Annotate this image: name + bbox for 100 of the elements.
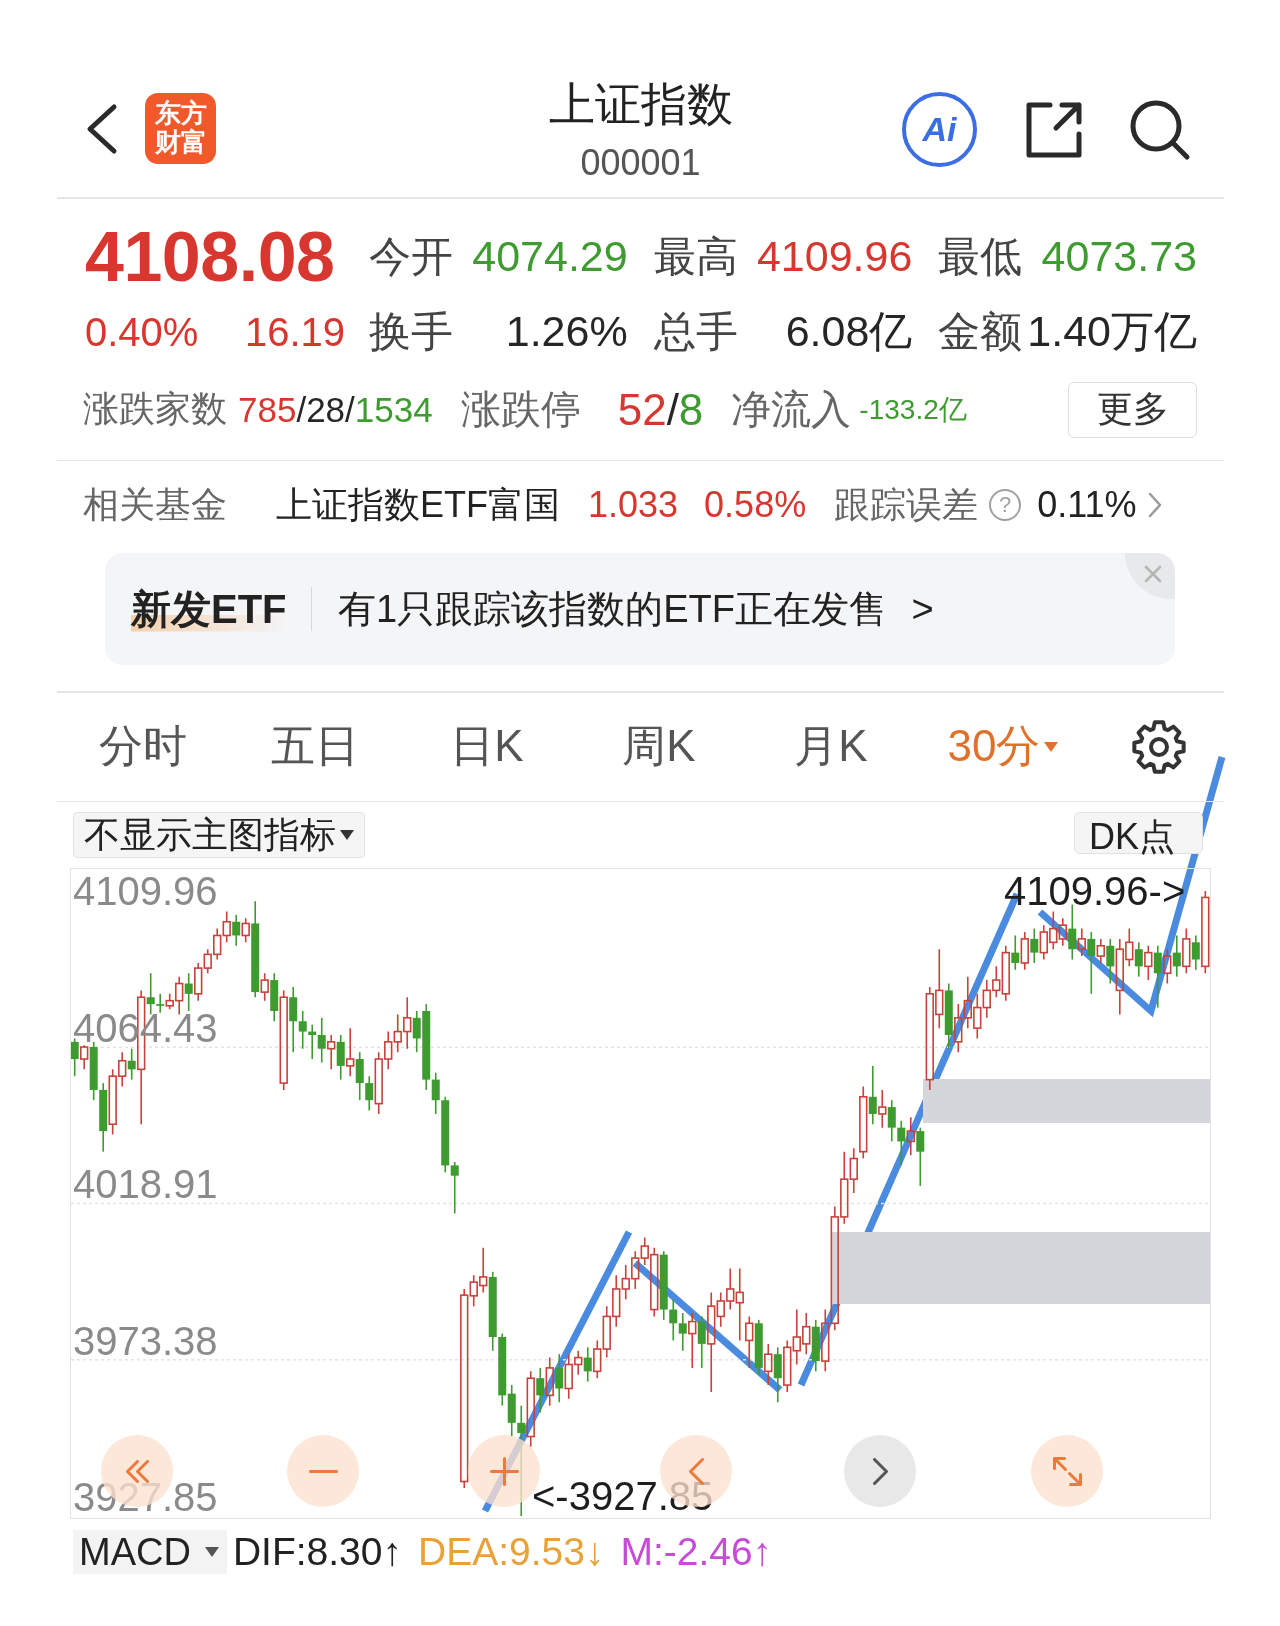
candle — [602, 1305, 611, 1359]
candle — [1182, 927, 1191, 975]
y-axis-label: 3927.85 — [73, 1475, 218, 1518]
caret-icon — [1044, 741, 1059, 752]
candle — [545, 1356, 554, 1407]
candle — [963, 975, 972, 1029]
chevron-right-icon[interactable] — [1147, 492, 1162, 518]
candle — [403, 996, 412, 1050]
y-axis-label: 3973.38 — [73, 1318, 218, 1363]
candle — [745, 1315, 754, 1369]
y-axis-label: 4018.91 — [73, 1162, 218, 1207]
candle — [897, 1120, 906, 1167]
candle — [802, 1312, 811, 1355]
related-fund-label: 相关基金 — [83, 482, 227, 527]
more-button[interactable]: 更多 — [1068, 381, 1197, 438]
change-amount: 16.19 — [244, 308, 345, 356]
stat-label: 换手 — [369, 306, 453, 357]
candle — [213, 927, 222, 961]
index-code: 000001 — [580, 142, 701, 184]
candle — [232, 914, 241, 947]
fund-name[interactable]: 上证指数ETF富国 — [276, 480, 560, 530]
period-tab[interactable]: 五日 — [271, 717, 359, 776]
candle — [773, 1346, 782, 1404]
macd-dropdown[interactable]: MACD — [73, 1530, 227, 1574]
candle — [792, 1308, 801, 1366]
last-price: 4108.08 — [85, 216, 336, 297]
candle — [308, 1023, 317, 1060]
banner-message[interactable]: 有1只跟踪该指数的ETF正在发售 > — [338, 583, 934, 635]
tracking-error-value: 0.11% — [1037, 484, 1137, 526]
candle — [973, 993, 982, 1040]
share-icon[interactable] — [1024, 99, 1084, 160]
breadth-label: 涨跌家数 — [83, 387, 227, 431]
settings-icon[interactable] — [1131, 718, 1187, 775]
y-axis-label: 4109.96 — [73, 869, 218, 913]
candle — [982, 979, 991, 1019]
candle — [811, 1319, 820, 1373]
candle — [336, 1034, 345, 1081]
period-tab[interactable]: 月K — [794, 717, 868, 776]
candle — [327, 1034, 336, 1071]
candle — [678, 1312, 687, 1352]
stat-value: 4109.96 — [756, 232, 913, 281]
candle — [764, 1343, 773, 1386]
candle — [184, 972, 193, 1012]
index-title: 上证指数 — [548, 77, 733, 132]
candle — [222, 910, 231, 944]
candle — [1020, 931, 1029, 971]
candle — [1134, 941, 1143, 978]
minus-icon — [308, 1469, 338, 1473]
indicator-dropdown[interactable]: 不显示主图指标 — [73, 812, 365, 858]
stat-value: 1.40万亿 — [1027, 305, 1197, 357]
stat-value: 4073.73 — [1041, 232, 1197, 281]
candle — [944, 982, 953, 1050]
candle — [99, 1082, 108, 1153]
candle — [317, 1017, 326, 1064]
candle — [1039, 924, 1048, 961]
candle — [583, 1346, 592, 1383]
plus-icon — [489, 1456, 519, 1486]
ai-assistant-button[interactable]: Ai — [902, 92, 977, 167]
caret-icon — [340, 830, 354, 840]
stat-value: 1.26% — [505, 307, 628, 356]
stat-label: 金额 — [938, 306, 1023, 357]
stat-label: 总手 — [653, 306, 738, 357]
stat-label: 最低 — [938, 231, 1023, 282]
candle — [688, 1312, 697, 1369]
expand-icon — [1052, 1456, 1082, 1486]
stat-label: 今开 — [369, 231, 453, 282]
candle — [593, 1339, 602, 1379]
candle — [631, 1250, 640, 1290]
candle — [393, 1013, 402, 1053]
candle — [783, 1339, 792, 1393]
candle — [555, 1353, 564, 1404]
period-tab[interactable]: 周K — [622, 717, 696, 776]
low-price-marker: <-3927.85 — [532, 1474, 714, 1518]
fund-price: 1.033 — [588, 484, 679, 526]
candle — [954, 1003, 963, 1053]
change-percent: 0.40% — [85, 308, 199, 356]
breadth-value: 785/28/1534 — [238, 389, 433, 430]
candle — [1172, 934, 1181, 978]
stat-label: 最高 — [653, 231, 738, 282]
macd-value: M:-2.46↑ — [620, 1530, 773, 1574]
breadth-value: -133.2亿 — [859, 392, 967, 427]
breadth-label: 净流入 — [731, 386, 852, 433]
period-tab[interactable]: 日K — [450, 717, 524, 776]
etf-banner[interactable]: 新发ETF 有1只跟踪该指数的ETF正在发售 > — [105, 553, 1175, 665]
tracking-error-label: 跟踪误差 — [834, 482, 979, 527]
candle — [1049, 910, 1058, 950]
app-logo: 东方财富 — [145, 93, 216, 164]
search-icon[interactable] — [1129, 98, 1191, 161]
fund-change-percent: 0.58% — [704, 484, 807, 526]
period-tab[interactable]: 分时 — [99, 717, 187, 776]
breadth-value: 52/8 — [617, 384, 704, 435]
dk-point-button[interactable]: DK点 — [1074, 812, 1203, 854]
candle — [887, 1099, 896, 1143]
candle — [754, 1319, 763, 1376]
macd-value: DIF:8.30↑ — [232, 1530, 402, 1574]
double-chevron-left-icon — [125, 1459, 149, 1483]
breadth-label: 涨跌停 — [460, 386, 581, 433]
chevron-right-icon — [872, 1457, 888, 1485]
caret-icon — [204, 1547, 219, 1557]
stat-value: 4074.29 — [472, 232, 628, 281]
